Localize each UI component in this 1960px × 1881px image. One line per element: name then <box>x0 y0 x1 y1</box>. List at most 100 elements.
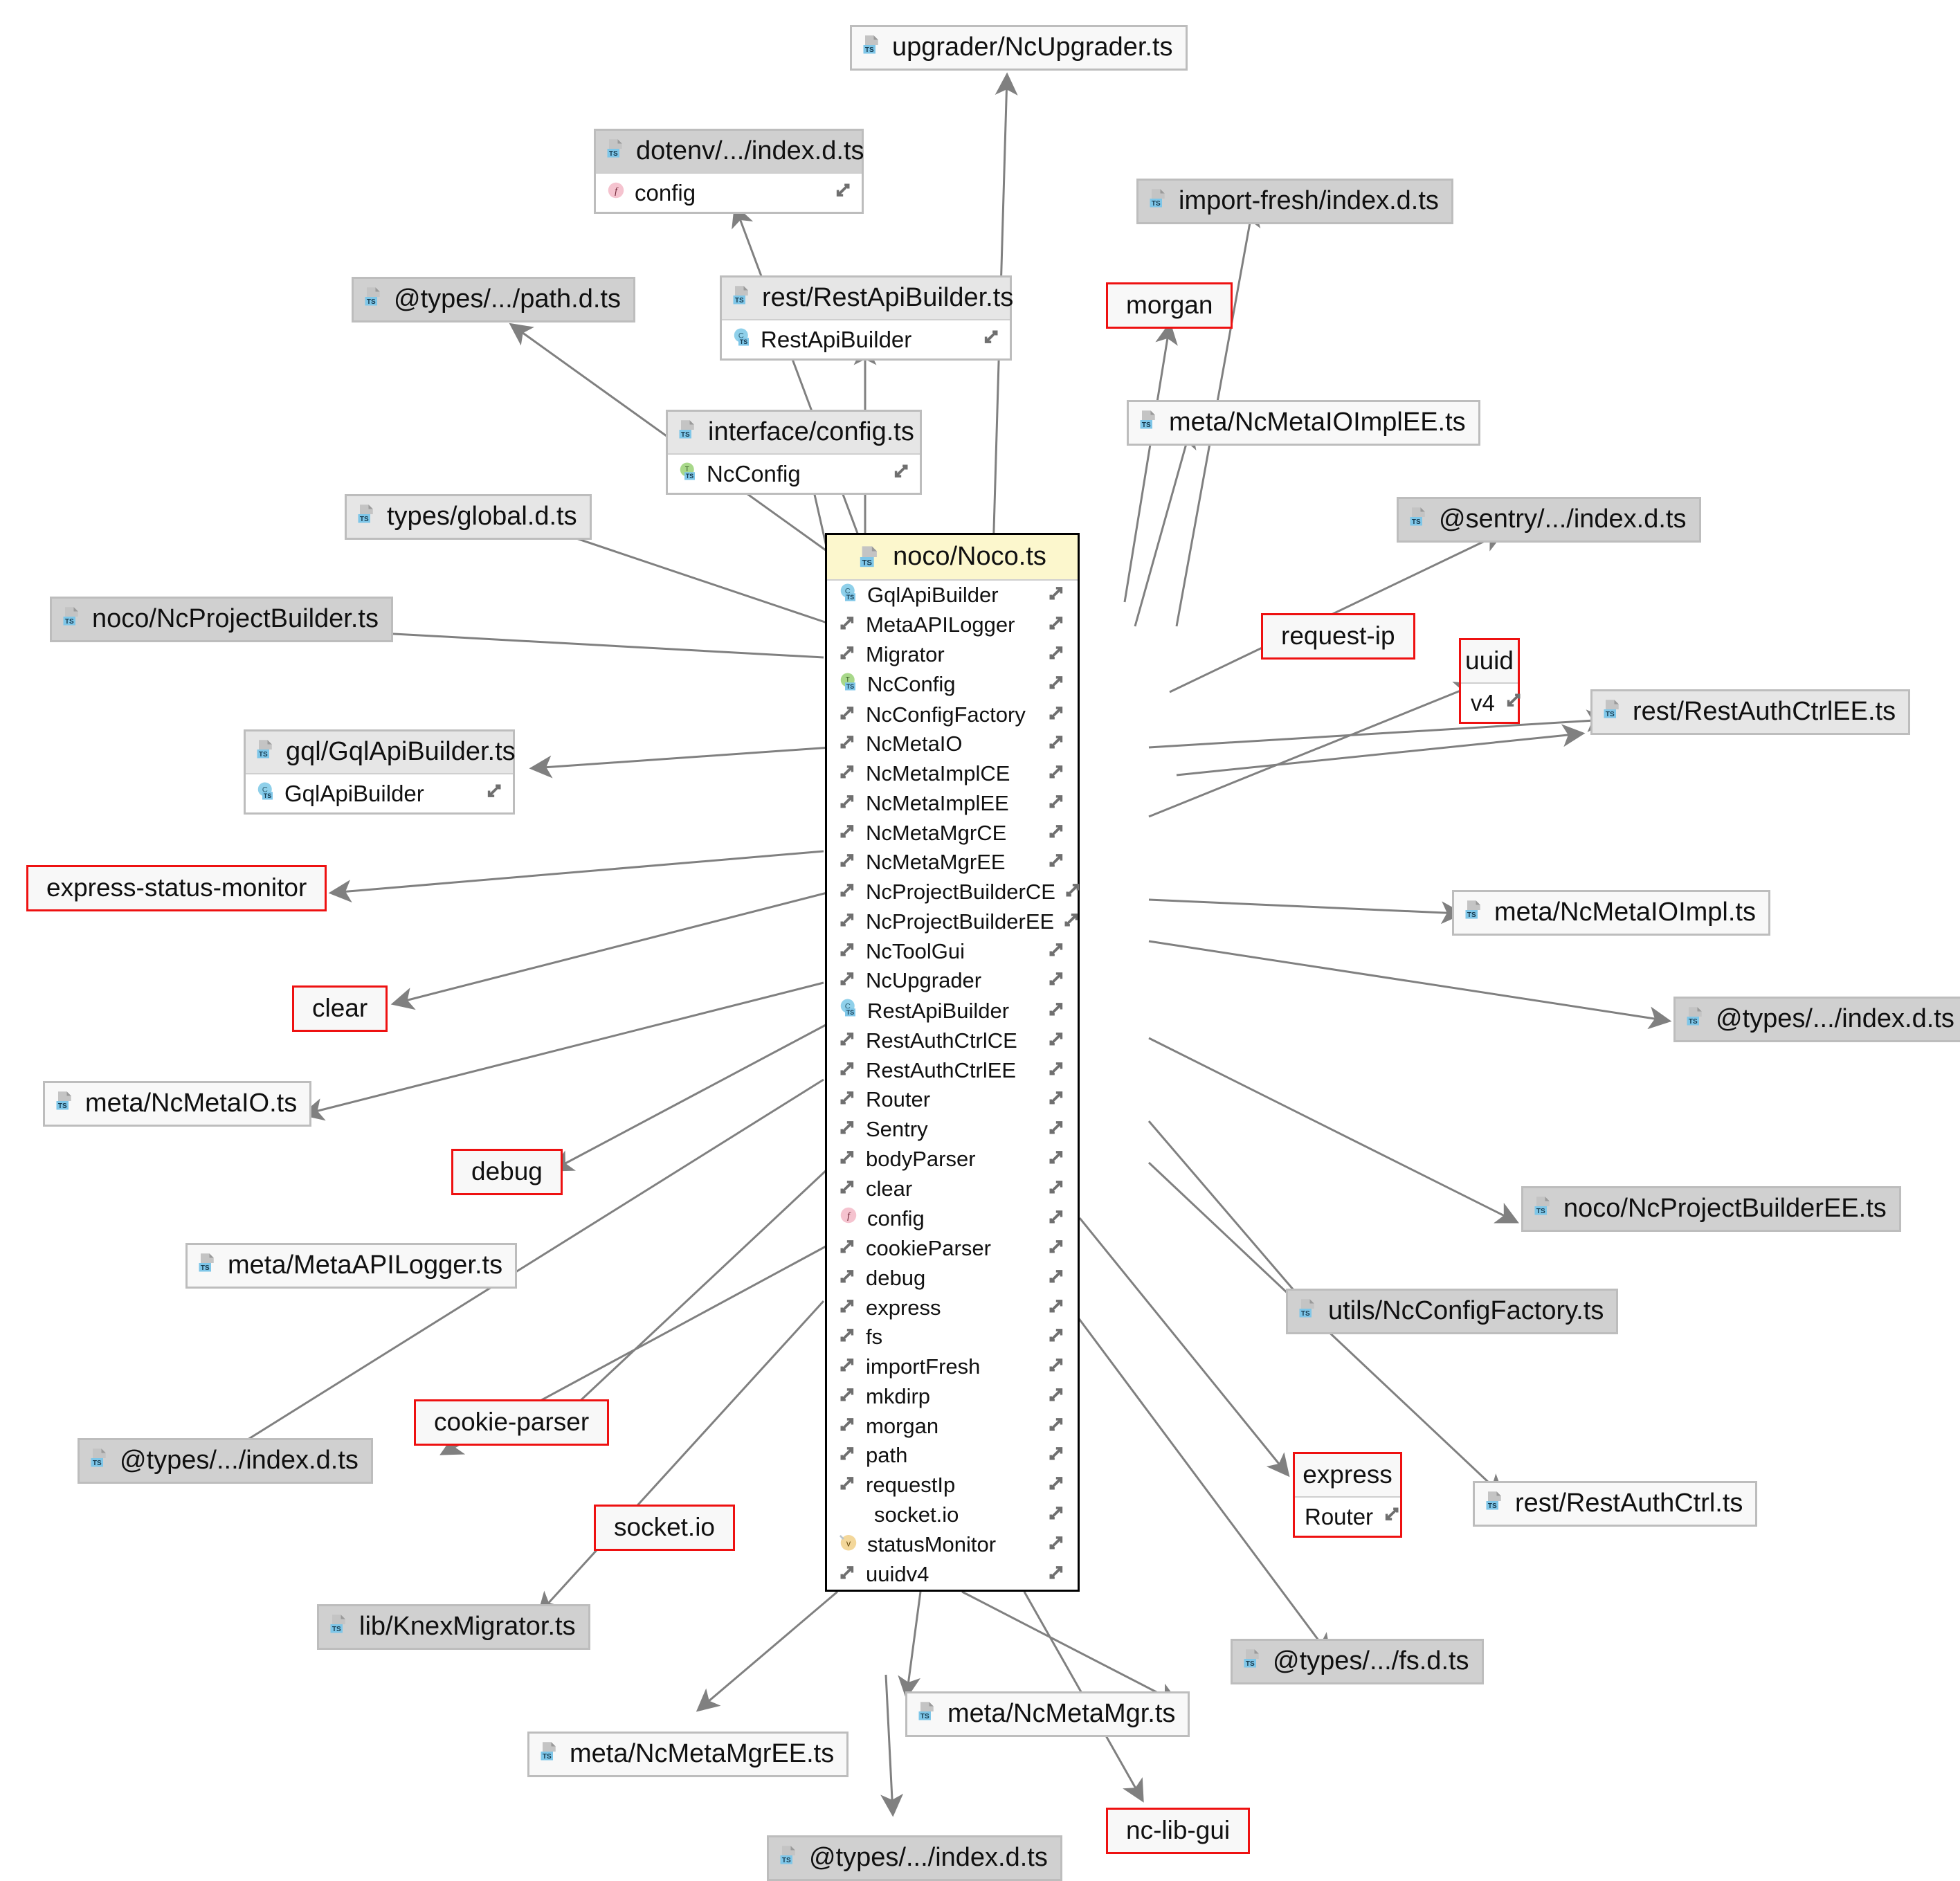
node-member-row[interactable]: f config <box>596 174 862 212</box>
node-express[interactable]: express Router <box>1293 1452 1402 1538</box>
node-rest-restauthctrlee[interactable]: TS rest/RestAuthCtrlEE.ts <box>1590 689 1911 735</box>
main-member-row[interactable]: T TS NcConfig <box>827 670 1078 700</box>
node-rest-restapibuilder[interactable]: TS rest/RestApiBuilder.ts C TS RestApiBuilde… <box>720 275 1013 361</box>
node-noco-ncprojectbuilder[interactable]: TS noco/NcProjectBuilder.ts <box>50 597 393 642</box>
node-nc-lib-gui[interactable]: nc-lib-gui <box>1106 1808 1251 1854</box>
node-meta-ncmetaio[interactable]: TS meta/NcMetaIO.ts <box>43 1081 312 1127</box>
import-arrow-icon <box>1047 1087 1067 1114</box>
main-member-row[interactable]: mkdirp <box>827 1382 1078 1412</box>
node-title: types/global.d.ts <box>387 502 577 531</box>
node-header: debug <box>453 1151 561 1193</box>
main-node-member-list: C TS GqlApiBuilder MetaAPILogger Migrator T TS… <box>827 580 1080 1590</box>
main-member-row[interactable]: Migrator <box>827 640 1078 670</box>
node-sentry-index[interactable]: TS @sentry/.../index.d.ts <box>1397 497 1701 543</box>
node-morgan[interactable]: morgan <box>1106 282 1233 329</box>
main-member-row[interactable]: MetaAPILogger <box>827 610 1078 640</box>
main-member-row[interactable]: RestAuthCtrlCE <box>827 1026 1078 1056</box>
node-uuid[interactable]: uuid v4 <box>1459 638 1521 724</box>
import-arrow-icon <box>838 1028 858 1055</box>
node-title: @types/.../index.d.ts <box>809 1843 1048 1872</box>
node-member-row[interactable]: T TS NcConfig <box>668 455 920 493</box>
main-member-row[interactable]: Sentry <box>827 1115 1078 1145</box>
node-member-row[interactable]: Router <box>1295 1498 1400 1536</box>
node-member-row[interactable]: C TS GqlApiBuilder <box>246 774 513 812</box>
node-types-index-right[interactable]: TS @types/.../index.d.ts <box>1673 997 1960 1042</box>
node-title: express <box>1303 1460 1392 1489</box>
main-member-row[interactable]: clear <box>827 1174 1078 1204</box>
main-member-row[interactable]: NcConfigFactory <box>827 700 1078 730</box>
node-dotenv-index[interactable]: TS dotenv/.../index.d.ts f config <box>594 129 864 214</box>
node-title: import-fresh/index.d.ts <box>1179 186 1439 215</box>
main-member-row[interactable]: bodyParser <box>827 1145 1078 1174</box>
node-title: meta/NcMetaIOImpl.ts <box>1494 898 1756 927</box>
node-types-global[interactable]: TS types/global.d.ts <box>345 494 592 540</box>
ts-interface-icon: T TS <box>678 460 698 488</box>
main-member-row[interactable]: NcMetaImplCE <box>827 759 1078 789</box>
main-member-row[interactable]: C TS GqlApiBuilder <box>827 581 1078 611</box>
node-title: @types/.../fs.d.ts <box>1273 1646 1469 1675</box>
node-meta-metaapilogger[interactable]: TS meta/MetaAPILogger.ts <box>185 1243 518 1289</box>
node-express-status-monitor[interactable]: express-status-monitor <box>26 865 327 911</box>
main-member-row[interactable]: uuidv4 <box>827 1560 1078 1590</box>
node-rest-restauthctrl[interactable]: TS rest/RestAuthCtrl.ts <box>1473 1481 1758 1527</box>
main-member-row[interactable]: NcToolGui <box>827 937 1078 967</box>
main-member-row[interactable]: importFresh <box>827 1352 1078 1382</box>
main-member-row[interactable]: morgan <box>827 1412 1078 1442</box>
main-member-row[interactable]: NcMetaIO <box>827 729 1078 759</box>
node-meta-ncmetaioimpl[interactable]: TS meta/NcMetaIOImpl.ts <box>1452 890 1770 936</box>
svg-text:TS: TS <box>1301 1310 1310 1318</box>
node-header: TS noco/NcProjectBuilder.ts <box>52 599 391 640</box>
main-member-row[interactable]: express <box>827 1293 1078 1323</box>
node-cookie-parser[interactable]: cookie-parser <box>414 1399 610 1446</box>
main-member-row[interactable]: v statusMonitor <box>827 1530 1078 1561</box>
node-noco-ncprojectbuilderee[interactable]: TS noco/NcProjectBuilderEE.ts <box>1521 1186 1901 1232</box>
node-request-ip[interactable]: request-ip <box>1261 613 1415 660</box>
node-member-row[interactable]: C TS RestApiBuilder <box>722 320 1010 358</box>
node-types-index-left[interactable]: TS @types/.../index.d.ts <box>78 1438 373 1484</box>
node-types-fs[interactable]: TS @types/.../fs.d.ts <box>1231 1639 1484 1684</box>
main-member-row[interactable]: NcUpgrader <box>827 966 1078 996</box>
node-utils-ncconfigfactory[interactable]: TS utils/NcConfigFactory.ts <box>1286 1289 1619 1334</box>
main-member-row[interactable]: path <box>827 1441 1078 1471</box>
node-title: debug <box>471 1157 543 1185</box>
main-member-label: RestAuthCtrlCE <box>866 1028 1017 1053</box>
main-member-row[interactable]: debug <box>827 1264 1078 1293</box>
main-member-row[interactable]: NcProjectBuilderCE <box>827 878 1080 907</box>
node-noco-noco-ts[interactable]: TS noco/Noco.ts C TS GqlApiBuilder MetaAPIL… <box>825 533 1080 1592</box>
main-member-row[interactable]: RestAuthCtrlEE <box>827 1056 1078 1086</box>
node-lib-knexmigrator[interactable]: TS lib/KnexMigrator.ts <box>317 1604 590 1650</box>
node-header: TS rest/RestApiBuilder.ts <box>722 278 1013 320</box>
main-member-row[interactable]: C TS RestApiBuilder <box>827 996 1078 1026</box>
node-member-row[interactable]: v4 <box>1461 684 1521 722</box>
node-title: @types/.../index.d.ts <box>1716 1004 1954 1033</box>
main-member-row[interactable]: NcMetaImplEE <box>827 789 1078 819</box>
import-arrow-icon <box>838 702 858 729</box>
node-meta-ncmetamgr[interactable]: TS meta/NcMetaMgr.ts <box>905 1691 1190 1737</box>
node-clear[interactable]: clear <box>292 985 388 1032</box>
main-member-row[interactable]: Router <box>827 1085 1078 1115</box>
main-member-row[interactable]: requestIp <box>827 1471 1078 1500</box>
node-import-fresh-index[interactable]: TS import-fresh/index.d.ts <box>1136 179 1453 224</box>
svg-text:TS: TS <box>846 1009 854 1016</box>
node-debug[interactable]: debug <box>451 1149 563 1195</box>
main-member-row[interactable]: NcMetaMgrEE <box>827 848 1078 878</box>
main-member-row[interactable]: fs <box>827 1323 1078 1352</box>
main-member-label: importFresh <box>866 1354 981 1379</box>
node-socket-io[interactable]: socket.io <box>594 1505 736 1551</box>
main-member-row[interactable]: socket.io <box>827 1500 1078 1530</box>
node-gql-gqlapibuilder[interactable]: TS gql/GqlApiBuilder.ts C TS GqlApiBuilder <box>244 729 516 815</box>
main-member-row[interactable]: f config <box>827 1203 1078 1234</box>
node-meta-ncmetaioimplee[interactable]: TS meta/NcMetaIOImplEE.ts <box>1127 400 1480 446</box>
main-member-row[interactable]: cookieParser <box>827 1234 1078 1264</box>
main-member-row[interactable]: NcMetaMgrCE <box>827 819 1078 848</box>
node-interface-config[interactable]: TS interface/config.ts T TS NcConfig <box>666 410 922 495</box>
node-types-index-bottom[interactable]: TS @types/.../index.d.ts <box>767 1835 1062 1881</box>
node-meta-ncmetamgree[interactable]: TS meta/NcMetaMgrEE.ts <box>527 1732 849 1777</box>
import-arrow-icon <box>1047 1235 1067 1262</box>
main-member-row[interactable]: NcProjectBuilderEE <box>827 907 1078 937</box>
import-arrow-icon <box>838 1295 858 1322</box>
svg-text:TS: TS <box>1467 911 1476 919</box>
node-upgrader-ncupgrader[interactable]: TS upgrader/NcUpgrader.ts <box>850 25 1188 71</box>
node-types-path[interactable]: TS @types/.../path.d.ts <box>352 277 635 322</box>
node-title: gql/GqlApiBuilder.ts <box>286 737 516 766</box>
